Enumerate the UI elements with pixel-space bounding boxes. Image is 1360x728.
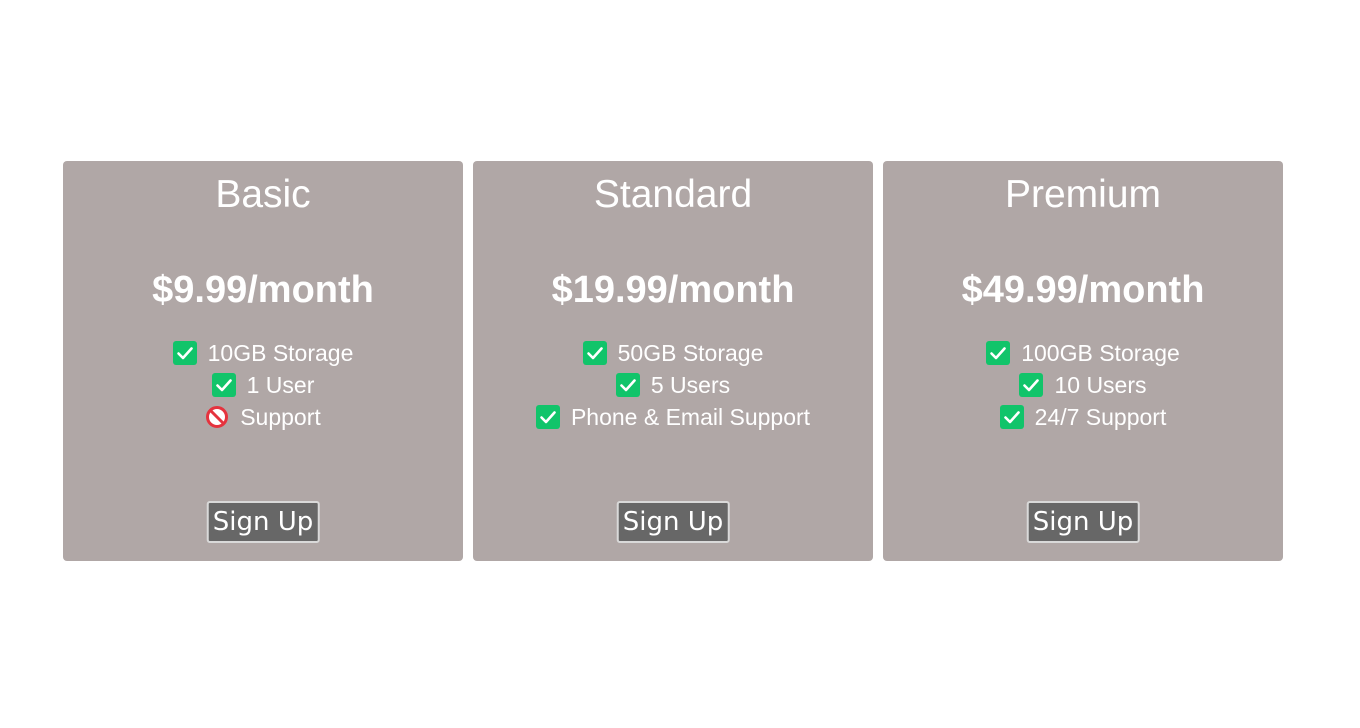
- check-icon: [172, 341, 197, 365]
- check-icon: [986, 341, 1011, 365]
- feature-text: 10GB Storage: [207, 340, 354, 366]
- plan-name: Standard: [593, 173, 753, 216]
- plan-price: $49.99/month: [961, 269, 1205, 311]
- feature-item: Support: [63, 401, 463, 433]
- sign-up-button[interactable]: Sign Up: [616, 501, 730, 543]
- feature-item: 10 Users: [883, 369, 1283, 401]
- sign-up-button[interactable]: Sign Up: [1026, 501, 1140, 543]
- check-icon: [211, 373, 236, 397]
- check-icon: [1019, 373, 1044, 397]
- feature-list: 100GB Storage 10 Users 24/7 Support: [883, 337, 1283, 433]
- feature-text: 50GB Storage: [617, 340, 764, 366]
- sign-up-button[interactable]: Sign Up: [206, 501, 320, 543]
- check-icon: [535, 405, 560, 429]
- check-icon: [582, 341, 607, 365]
- feature-text: 100GB Storage: [1021, 340, 1180, 366]
- feature-text: 1 User: [246, 372, 315, 398]
- plan-card-premium: Premium $49.99/month 100GB Storage 10 Us…: [883, 161, 1283, 561]
- feature-text: 5 Users: [650, 372, 731, 398]
- plan-price: $9.99/month: [152, 269, 374, 311]
- feature-item: 50GB Storage: [473, 337, 873, 369]
- feature-item: Phone & Email Support: [473, 401, 873, 433]
- plan-card-standard: Standard $19.99/month 50GB Storage 5 Use…: [473, 161, 873, 561]
- feature-text: Phone & Email Support: [570, 404, 811, 430]
- plan-price: $19.99/month: [551, 269, 795, 311]
- prohibited-icon: [205, 405, 229, 429]
- feature-item: 100GB Storage: [883, 337, 1283, 369]
- check-icon: [999, 405, 1024, 429]
- feature-item: 5 Users: [473, 369, 873, 401]
- feature-list: 10GB Storage 1 User Support: [63, 337, 463, 433]
- feature-item: 10GB Storage: [63, 337, 463, 369]
- feature-item: 24/7 Support: [883, 401, 1283, 433]
- check-icon: [615, 373, 640, 397]
- feature-list: 50GB Storage 5 Users Phone & Email Suppo…: [473, 337, 873, 433]
- plan-name: Premium: [1004, 173, 1162, 216]
- pricing-plans: Basic $9.99/month 10GB Storage 1 User Su…: [63, 161, 1283, 561]
- plan-card-basic: Basic $9.99/month 10GB Storage 1 User Su…: [63, 161, 463, 561]
- feature-text: 24/7 Support: [1034, 404, 1167, 430]
- feature-text: 10 Users: [1054, 372, 1147, 398]
- plan-name: Basic: [215, 173, 311, 216]
- feature-text: Support: [240, 404, 321, 430]
- feature-item: 1 User: [63, 369, 463, 401]
